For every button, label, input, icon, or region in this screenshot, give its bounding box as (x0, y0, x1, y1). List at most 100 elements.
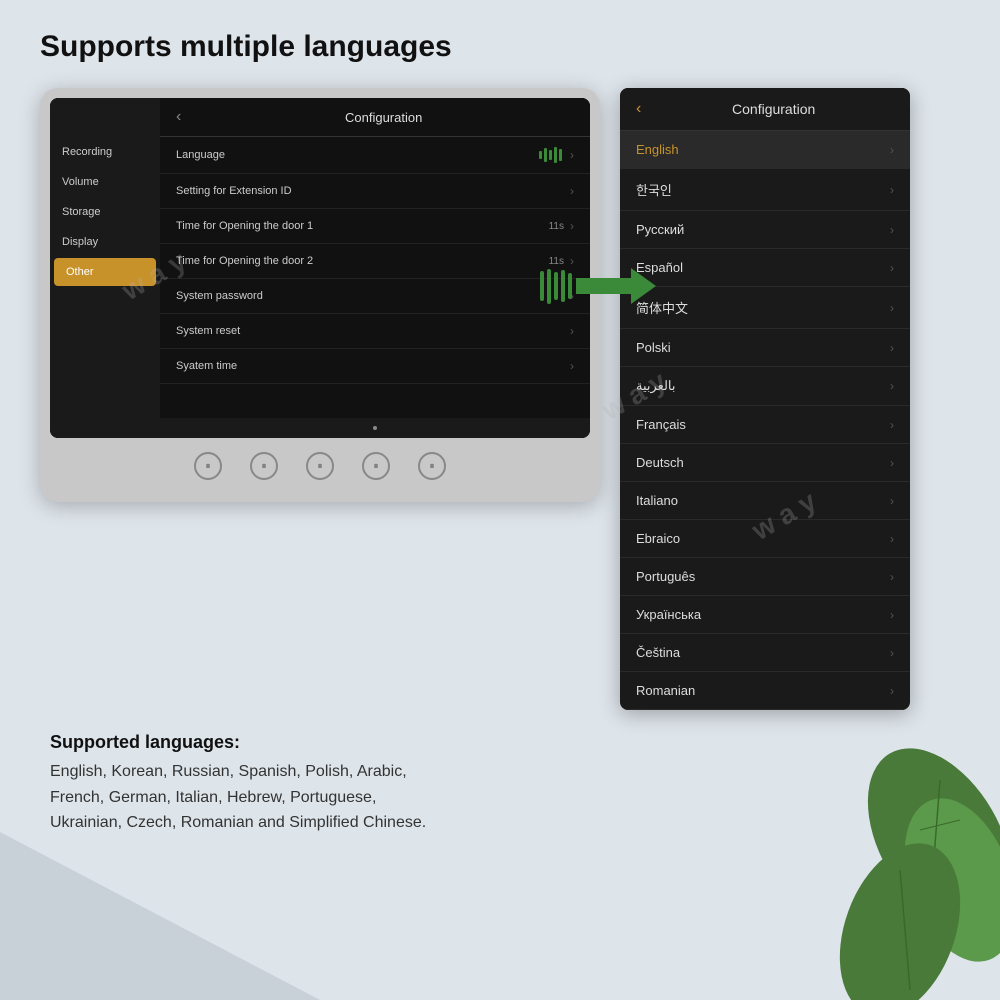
bottom-text-section: Supported languages: English, Korean, Ru… (40, 732, 960, 836)
page-content: Supports multiple languages Recording Vo… (0, 0, 1000, 856)
config-item-language[interactable]: Language › (160, 137, 590, 174)
device-btn-4[interactable]: ⏸ (362, 452, 390, 480)
lang-arrow-french: › (890, 418, 894, 432)
device-btn-icon-5: ⏸ (430, 461, 435, 472)
config-header: ‹ Configuration (160, 98, 590, 137)
lang-label-french: Français (636, 417, 890, 432)
config-item-time[interactable]: Syatem time › (160, 349, 590, 384)
sidebar-item-other[interactable]: Other (54, 258, 156, 286)
device-btn-icon-1: ⏸ (206, 461, 211, 472)
sidebar-item-storage[interactable]: Storage (50, 198, 160, 226)
device-btn-2[interactable]: ⏸ (250, 452, 278, 480)
lang-arrow-polish: › (890, 341, 894, 355)
lang-item-english[interactable]: English › (620, 131, 910, 169)
lang-label-portuguese: Português (636, 569, 890, 584)
device-btn-5[interactable]: ⏸ (418, 452, 446, 480)
lang-label-hebrew: Ebraico (636, 531, 890, 546)
device-mockup: Recording Volume Storage Display Other ‹… (40, 88, 600, 502)
config-title: Configuration (193, 110, 574, 125)
config-item-door2[interactable]: Time for Opening the door 2 11s › (160, 244, 590, 279)
lang-panel-header: ‹ Configuration (620, 88, 910, 131)
lang-label-german: Deutsch (636, 455, 890, 470)
config-reset-arrow: › (570, 324, 574, 338)
lang-bar-5 (559, 149, 562, 161)
lang-arrow-czech: › (890, 646, 894, 660)
config-door1-value: 11s (549, 221, 564, 232)
sidebar-item-display[interactable]: Display (50, 228, 160, 256)
lang-arrow-chinese: › (890, 301, 894, 315)
green-arrow-svg (576, 268, 656, 304)
device-buttons: ⏸ ⏸ ⏸ ⏸ ⏸ (50, 448, 590, 484)
device-btn-3[interactable]: ⏸ (306, 452, 334, 480)
lang-label-czech: Čeština (636, 645, 890, 660)
footer-dot (373, 426, 377, 430)
config-time-arrow: › (570, 359, 574, 373)
language-panel: ‹ Configuration English › 한국인 › Русский … (620, 88, 910, 710)
lang-item-german[interactable]: Deutsch › (620, 444, 910, 482)
supported-title: Supported languages: (50, 732, 950, 753)
lang-bar-3 (549, 150, 552, 160)
config-password-label: System password (176, 290, 570, 302)
lang-item-chinese[interactable]: 简体中文 › (620, 287, 910, 329)
config-door2-value: 11s (549, 256, 564, 267)
lang-item-french[interactable]: Français › (620, 406, 910, 444)
lang-item-korean[interactable]: 한국인 › (620, 169, 910, 211)
config-item-reset[interactable]: System reset › (160, 314, 590, 349)
arrow-bars (540, 269, 572, 304)
lang-bars (539, 147, 562, 163)
arrow-bar-2 (547, 269, 551, 304)
lang-item-polish[interactable]: Polski › (620, 329, 910, 367)
config-language-label: Language (176, 149, 539, 161)
config-item-extension[interactable]: Setting for Extension ID › (160, 174, 590, 209)
lang-bar-4 (554, 147, 557, 163)
lang-label-ukrainian: Українська (636, 607, 890, 622)
config-extension-arrow: › (570, 184, 574, 198)
config-door1-arrow: › (570, 219, 574, 233)
lang-item-hebrew[interactable]: Ebraico › (620, 520, 910, 558)
screen-sidebar: Recording Volume Storage Display Other (50, 98, 160, 438)
lang-label-chinese: 简体中文 (636, 298, 890, 317)
lang-arrow-italian: › (890, 494, 894, 508)
arrow-bar-3 (554, 272, 558, 300)
config-extension-label: Setting for Extension ID (176, 185, 570, 197)
config-item-password[interactable]: System password › (160, 279, 590, 314)
lang-arrow-spanish: › (890, 261, 894, 275)
lang-item-portuguese[interactable]: Português › (620, 558, 910, 596)
screen-inner: Recording Volume Storage Display Other ‹… (50, 98, 590, 438)
language-list: English › 한국인 › Русский › Español › 简体中文 (620, 131, 910, 710)
lang-label-italian: Italiano (636, 493, 890, 508)
config-item-door1[interactable]: Time for Opening the door 1 11s › (160, 209, 590, 244)
sidebar-item-recording[interactable]: Recording (50, 138, 160, 166)
device-btn-1[interactable]: ⏸ (194, 452, 222, 480)
lang-item-russian[interactable]: Русский › (620, 211, 910, 249)
lang-bar-2 (544, 148, 547, 162)
config-time-label: Syatem time (176, 360, 570, 372)
lang-arrow-portuguese: › (890, 570, 894, 584)
sidebar-item-volume[interactable]: Volume (50, 168, 160, 196)
lang-item-spanish[interactable]: Español › (620, 249, 910, 287)
lang-item-italian[interactable]: Italiano › (620, 482, 910, 520)
green-arrow-container (540, 268, 656, 304)
lang-label-romanian: Romanian (636, 683, 890, 698)
lang-back-button[interactable]: ‹ (636, 100, 641, 118)
lang-item-czech[interactable]: Čeština › (620, 634, 910, 672)
lang-item-arabic[interactable]: بالعربية › (620, 367, 910, 406)
supported-desc: English, Korean, Russian, Spanish, Polis… (50, 759, 950, 836)
lang-label-korean: 한국인 (636, 180, 890, 199)
lang-arrow-english: › (890, 143, 894, 157)
lang-arrow-hebrew: › (890, 532, 894, 546)
lang-item-ukrainian[interactable]: Українська › (620, 596, 910, 634)
lang-label-russian: Русский (636, 222, 890, 237)
config-back-button[interactable]: ‹ (176, 108, 181, 126)
arrow-bar-5 (568, 273, 572, 299)
config-panel: ‹ Configuration Language (160, 98, 590, 438)
device-btn-icon-2: ⏸ (262, 461, 267, 472)
lang-label-spanish: Español (636, 260, 890, 275)
lang-bar-1 (539, 151, 542, 159)
lang-item-romanian[interactable]: Romanian › (620, 672, 910, 710)
config-door1-label: Time for Opening the door 1 (176, 220, 549, 232)
device-btn-icon-3: ⏸ (318, 461, 323, 472)
config-door2-arrow: › (570, 254, 574, 268)
lang-label-polish: Polski (636, 340, 890, 355)
lang-arrow-german: › (890, 456, 894, 470)
